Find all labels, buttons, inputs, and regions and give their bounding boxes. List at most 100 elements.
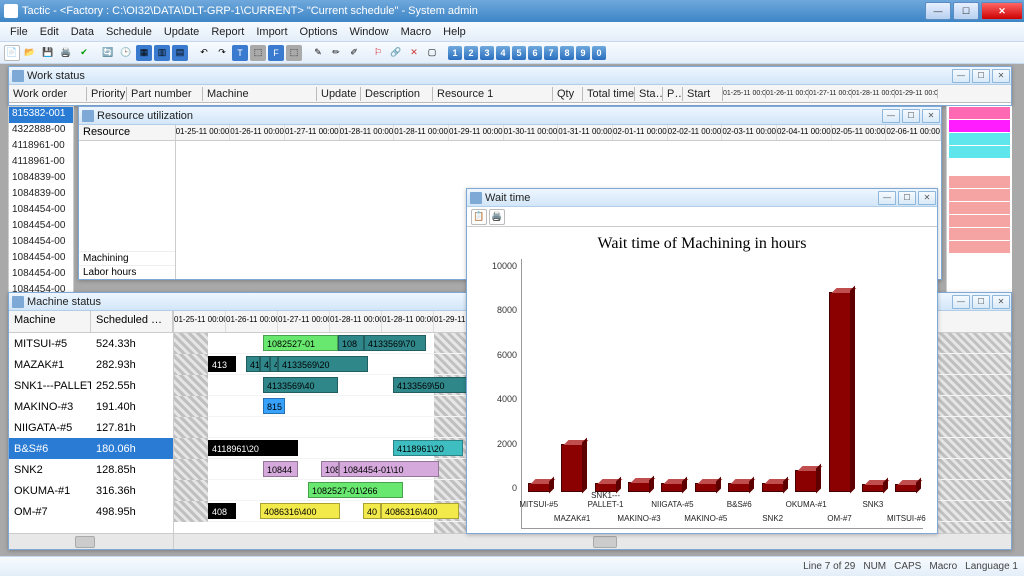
ws-col-machine[interactable]: Machine xyxy=(203,87,317,101)
wo-row-4[interactable]: 1084839-00 xyxy=(9,171,73,187)
gantt-bar[interactable]: 4 xyxy=(270,356,278,372)
ms-table-row[interactable]: MAZAK#1282.93h xyxy=(9,354,173,375)
gantt-bar[interactable]: 40 xyxy=(363,503,381,519)
menu-update[interactable]: Update xyxy=(158,26,205,38)
gantt-bar[interactable]: 413 xyxy=(208,356,236,372)
work-order-list[interactable]: 815382-001 4322888-00 4118961-00 4118961… xyxy=(8,106,74,298)
wait-titlebar[interactable]: Wait time — ☐ ✕ xyxy=(467,189,937,207)
scrollbar-thumb[interactable] xyxy=(593,536,617,548)
tb-num-1[interactable]: 1 xyxy=(448,46,462,60)
ws-col-workorder[interactable]: Work order xyxy=(9,87,87,101)
ms-hdr-scheduled[interactable]: Scheduled … xyxy=(91,311,173,332)
ms-table-row[interactable]: NIIGATA-#5127.81h xyxy=(9,417,173,438)
tb-g-icon[interactable]: ⬚ xyxy=(250,45,266,61)
tb-refresh-icon[interactable]: 🔄 xyxy=(100,45,116,61)
ms-table-row[interactable]: OM-#7498.95h xyxy=(9,501,173,522)
menu-macro[interactable]: Macro xyxy=(395,26,438,38)
ws-col-totaltime[interactable]: Total time xyxy=(583,87,635,101)
tb-x-icon[interactable]: ✕ xyxy=(406,45,422,61)
wo-row-9[interactable]: 1084454-00 xyxy=(9,251,73,267)
wait-max-icon[interactable]: ☐ xyxy=(898,191,916,205)
tb-box-icon[interactable]: ▢ xyxy=(424,45,440,61)
close-button[interactable]: ✕ xyxy=(981,2,1023,20)
menu-options[interactable]: Options xyxy=(294,26,344,38)
minimize-button[interactable]: — xyxy=(925,2,951,20)
ms-close-icon[interactable]: ✕ xyxy=(992,295,1010,309)
tb-redo-icon[interactable]: ↷ xyxy=(214,45,230,61)
ms-table-row[interactable]: MAKINO-#3191.40h xyxy=(9,396,173,417)
wo-row-3[interactable]: 4118961-00 xyxy=(9,155,73,171)
gantt-bar[interactable]: 1084454-01\10 xyxy=(339,461,439,477)
wo-row-1[interactable]: 4322888-00 xyxy=(9,123,73,139)
tb-num-6[interactable]: 6 xyxy=(528,46,542,60)
tb-edit1-icon[interactable]: ✎ xyxy=(310,45,326,61)
gantt-bar[interactable]: 4133569\70 xyxy=(364,335,426,351)
ws-col-resource1[interactable]: Resource 1 xyxy=(433,87,553,101)
util-titlebar[interactable]: Resource utilization — ☐ ✕ xyxy=(79,107,941,125)
ws-col-description[interactable]: Description xyxy=(361,87,433,101)
tb-num-7[interactable]: 7 xyxy=(544,46,558,60)
tb-t-icon[interactable]: T xyxy=(232,45,248,61)
tb-num-0[interactable]: 0 xyxy=(592,46,606,60)
tb-grid1-icon[interactable]: ▦ xyxy=(136,45,152,61)
ms-hdr-machine[interactable]: Machine xyxy=(9,311,91,332)
gantt-bar[interactable]: 4133569\50 xyxy=(393,377,468,393)
gantt-bar[interactable]: 108 xyxy=(338,335,364,351)
gantt-bar[interactable]: 408 xyxy=(208,503,236,519)
util-label-labor[interactable]: Labor hours xyxy=(79,265,175,279)
ws-close-icon[interactable]: ✕ xyxy=(992,69,1010,83)
gantt-bar[interactable]: 108 xyxy=(321,461,339,477)
wait-close-icon[interactable]: ✕ xyxy=(918,191,936,205)
wo-row-10[interactable]: 1084454-00 xyxy=(9,267,73,283)
ws-col-qty[interactable]: Qty xyxy=(553,87,583,101)
wait-min-icon[interactable]: — xyxy=(878,191,896,205)
tb-num-2[interactable]: 2 xyxy=(464,46,478,60)
gantt-bar[interactable]: 4118961\20 xyxy=(208,440,298,456)
ms-table-row[interactable]: OKUMA-#1316.36h xyxy=(9,480,173,501)
tb-grid2-icon[interactable]: ▥ xyxy=(154,45,170,61)
ms-gantt-scrollbar[interactable] xyxy=(174,533,1011,549)
wo-row-5[interactable]: 1084839-00 xyxy=(9,187,73,203)
ws-col-partnumber[interactable]: Part number xyxy=(127,87,203,101)
gantt-bar[interactable]: 1082527-01\266 xyxy=(308,482,403,498)
gantt-bar[interactable]: 4086316\400 xyxy=(381,503,459,519)
ws-col-priority[interactable]: Priority xyxy=(87,87,127,101)
wo-row-6[interactable]: 1084454-00 xyxy=(9,203,73,219)
menu-data[interactable]: Data xyxy=(65,26,100,38)
ws-col-update[interactable]: Update xyxy=(317,87,361,101)
ws-min-icon[interactable]: — xyxy=(952,69,970,83)
work-status-titlebar[interactable]: Work status — ☐ ✕ xyxy=(9,67,1011,85)
tb-new-icon[interactable]: 📄 xyxy=(4,45,20,61)
tb-f-icon[interactable]: F xyxy=(268,45,284,61)
wait-time-window[interactable]: Wait time — ☐ ✕ 📋 🖨️ Wait time of Machin… xyxy=(466,188,938,534)
ms-max-icon[interactable]: ☐ xyxy=(972,295,990,309)
tb-grid3-icon[interactable]: ▤ xyxy=(172,45,188,61)
util-close-icon[interactable]: ✕ xyxy=(922,109,940,123)
tb-flag-icon[interactable]: ⚐ xyxy=(370,45,386,61)
tb-link-icon[interactable]: 🔗 xyxy=(388,45,404,61)
ms-table-row[interactable]: MITSUI-#5524.33h xyxy=(9,333,173,354)
tb-clock-icon[interactable]: 🕒 xyxy=(118,45,134,61)
util-max-icon[interactable]: ☐ xyxy=(902,109,920,123)
gantt-bar[interactable]: 4133569\20 xyxy=(278,356,368,372)
tb-h-icon[interactable]: ⬚ xyxy=(286,45,302,61)
maximize-button[interactable]: ☐ xyxy=(953,2,979,20)
menu-edit[interactable]: Edit xyxy=(34,26,65,38)
ms-left-scrollbar[interactable] xyxy=(9,533,173,549)
menu-report[interactable]: Report xyxy=(205,26,250,38)
tb-num-5[interactable]: 5 xyxy=(512,46,526,60)
util-min-icon[interactable]: — xyxy=(882,109,900,123)
menu-import[interactable]: Import xyxy=(250,26,293,38)
ws-col-status[interactable]: Sta… xyxy=(635,87,663,101)
gantt-bar[interactable]: 4 xyxy=(260,356,270,372)
menu-window[interactable]: Window xyxy=(343,26,394,38)
ms-table-row[interactable]: SNK2128.85h xyxy=(9,459,173,480)
util-label-machining[interactable]: Machining xyxy=(79,251,175,265)
ws-max-icon[interactable]: ☐ xyxy=(972,69,990,83)
gantt-bar[interactable]: 10844 xyxy=(263,461,298,477)
gantt-bar[interactable]: 815 xyxy=(263,398,285,414)
wait-copy-icon[interactable]: 📋 xyxy=(471,209,487,225)
tb-num-9[interactable]: 9 xyxy=(576,46,590,60)
tb-edit2-icon[interactable]: ✏ xyxy=(328,45,344,61)
tb-open-icon[interactable]: 📂 xyxy=(22,45,38,61)
